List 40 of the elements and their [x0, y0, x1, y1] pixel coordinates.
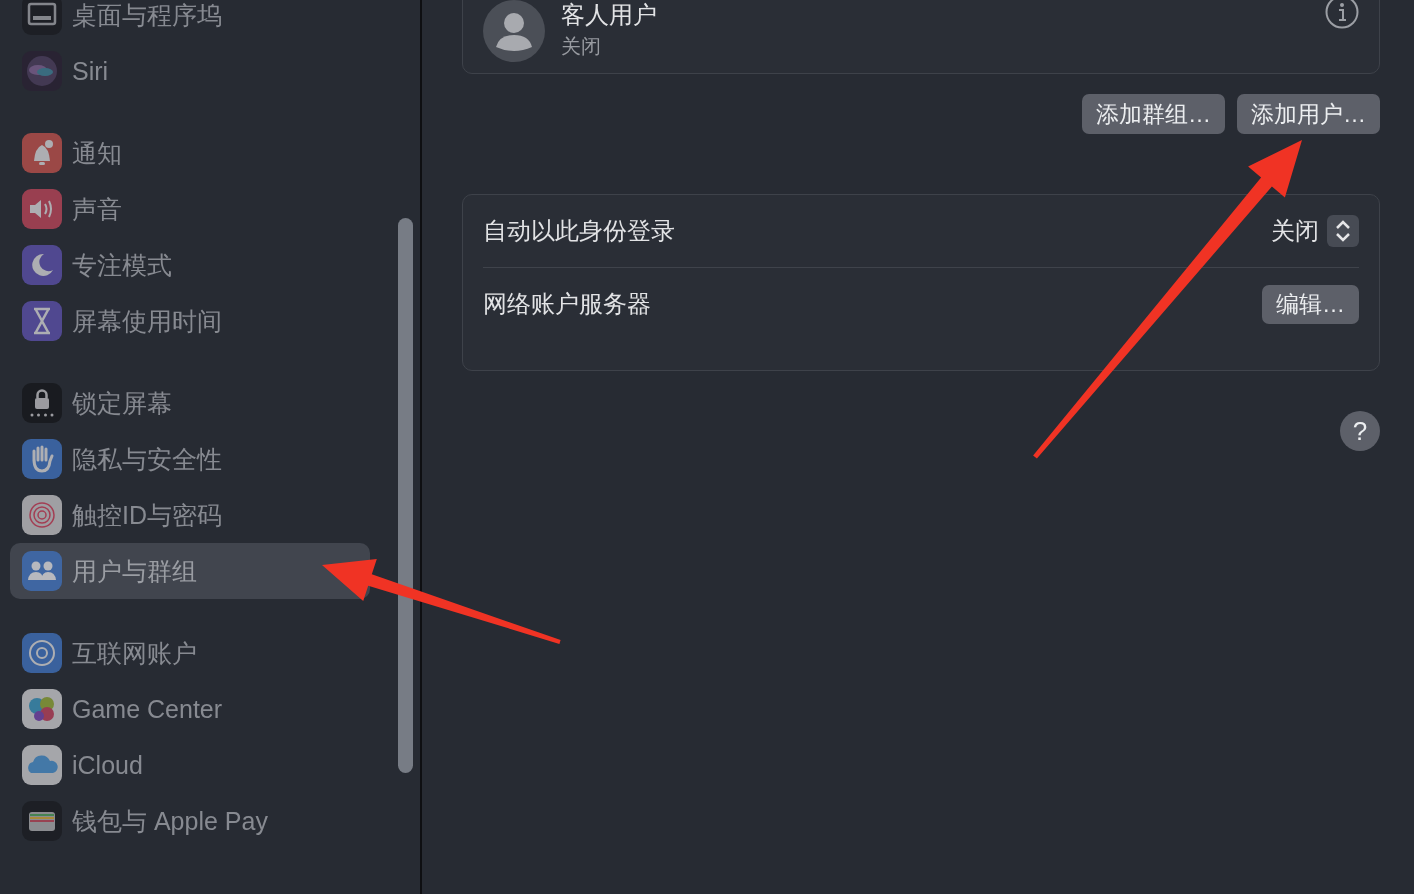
sidebar-item[interactable]: 桌面与程序坞: [10, 0, 370, 43]
user-name: 客人用户: [561, 0, 658, 30]
hourglass-icon: [22, 301, 62, 341]
wallet-icon: [22, 801, 62, 841]
scrollbar[interactable]: [398, 218, 413, 773]
hand-icon: [22, 439, 62, 479]
sidebar-item[interactable]: 声音: [10, 181, 370, 237]
bubbles-icon: [22, 689, 62, 729]
user-status: 关闭: [561, 33, 602, 59]
bell-icon: [22, 133, 62, 173]
popup-button[interactable]: 关闭: [1271, 215, 1359, 247]
info-icon[interactable]: [1325, 0, 1359, 29]
speaker-icon: [22, 189, 62, 229]
avatar-icon: [483, 0, 545, 62]
sidebar-item[interactable]: iCloud: [10, 737, 370, 793]
sidebar-item[interactable]: 锁定屏幕: [10, 375, 370, 431]
lock-icon: [22, 383, 62, 423]
sidebar-item[interactable]: 隐私与安全性: [10, 431, 370, 487]
add-button[interactable]: 添加群组…: [1082, 94, 1225, 134]
sidebar-item[interactable]: 钱包与 Apple Pay: [10, 793, 370, 849]
people-icon: [22, 551, 62, 591]
orb-icon: [22, 51, 62, 91]
add-button[interactable]: 添加用户…: [1237, 94, 1380, 134]
chevrons-icon: [1327, 215, 1359, 247]
sidebar-item[interactable]: 专注模式: [10, 237, 370, 293]
sidebar-item[interactable]: Game Center: [10, 681, 370, 737]
edit-button[interactable]: 编辑…: [1262, 284, 1359, 324]
sidebar-item[interactable]: 触控ID与密码: [10, 487, 370, 543]
monitor-icon: [22, 0, 62, 35]
fingerprint-icon: [22, 495, 62, 535]
help-button[interactable]: ?: [1340, 411, 1380, 451]
sidebar-item[interactable]: 互联网账户: [10, 625, 370, 681]
moon-icon: [22, 245, 62, 285]
sidebar-item[interactable]: 屏幕使用时间: [10, 293, 370, 349]
setting-label: 自动以此身份登录: [483, 216, 675, 246]
cloud-icon: [22, 745, 62, 785]
sidebar-item[interactable]: 用户与群组: [10, 543, 370, 599]
sidebar-item[interactable]: 通知: [10, 125, 370, 181]
setting-label: 网络账户服务器: [483, 289, 651, 319]
sidebar-item[interactable]: Siri: [10, 43, 370, 99]
